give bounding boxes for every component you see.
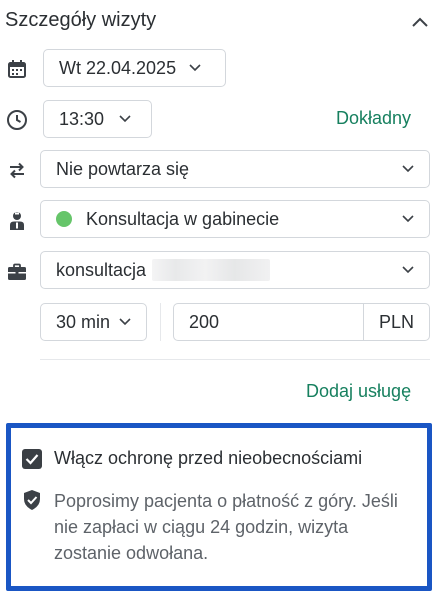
repeat-icon bbox=[6, 159, 28, 181]
status-dot bbox=[56, 211, 72, 227]
service-select[interactable]: konsultacja bbox=[40, 251, 430, 289]
repeat-select[interactable]: Nie powtarza się bbox=[40, 150, 430, 188]
redacted-text bbox=[152, 259, 271, 281]
duration-value: 30 min bbox=[56, 311, 111, 332]
clock-icon bbox=[6, 109, 28, 131]
shield-check-icon bbox=[22, 489, 42, 516]
chevron-down-icon bbox=[118, 315, 132, 329]
add-service-link[interactable]: Dodaj usługę bbox=[306, 381, 411, 402]
field-separator bbox=[160, 303, 161, 341]
chevron-down-icon bbox=[401, 212, 415, 226]
time-value: 13:30 bbox=[59, 108, 105, 129]
protection-label[interactable]: Włącz ochronę przed nieobecnościami bbox=[54, 448, 362, 469]
location-select[interactable]: Konsultacja w gabinecie bbox=[40, 200, 430, 238]
service-value: konsultacja bbox=[56, 259, 147, 280]
calendar-icon bbox=[6, 58, 28, 80]
price-input[interactable]: 200 bbox=[174, 312, 363, 333]
chevron-down-icon bbox=[401, 162, 415, 176]
time-select[interactable]: 13:30 bbox=[43, 100, 152, 138]
repeat-value: Nie powtarza się bbox=[56, 158, 190, 179]
protection-description: Poprosimy pacjenta o płatność z góry. Je… bbox=[54, 491, 398, 563]
doctor-icon bbox=[6, 210, 28, 232]
briefcase-icon bbox=[6, 261, 28, 283]
date-select[interactable]: Wt 22.04.2025 bbox=[43, 49, 226, 87]
exact-time-link[interactable]: Dokładny bbox=[336, 108, 411, 129]
duration-select[interactable]: 30 min bbox=[40, 303, 147, 341]
chevron-down-icon bbox=[188, 61, 202, 75]
section-title: Szczegóły wizyty bbox=[5, 9, 157, 31]
divider bbox=[40, 359, 430, 360]
chevron-down-icon bbox=[401, 263, 415, 277]
chevron-down-icon bbox=[118, 112, 132, 126]
checkmark-icon bbox=[25, 454, 39, 465]
price-field[interactable]: 200 PLN bbox=[173, 303, 430, 341]
collapse-button[interactable] bbox=[405, 10, 435, 34]
no-show-protection-panel: Włącz ochronę przed nieobecnościami Popr… bbox=[6, 423, 432, 591]
location-value: Konsultacja w gabinecie bbox=[86, 208, 280, 229]
currency-label: PLN bbox=[363, 304, 429, 340]
protection-checkbox[interactable] bbox=[22, 449, 42, 469]
chevron-up-icon bbox=[412, 17, 428, 27]
date-value: Wt 22.04.2025 bbox=[59, 57, 177, 78]
